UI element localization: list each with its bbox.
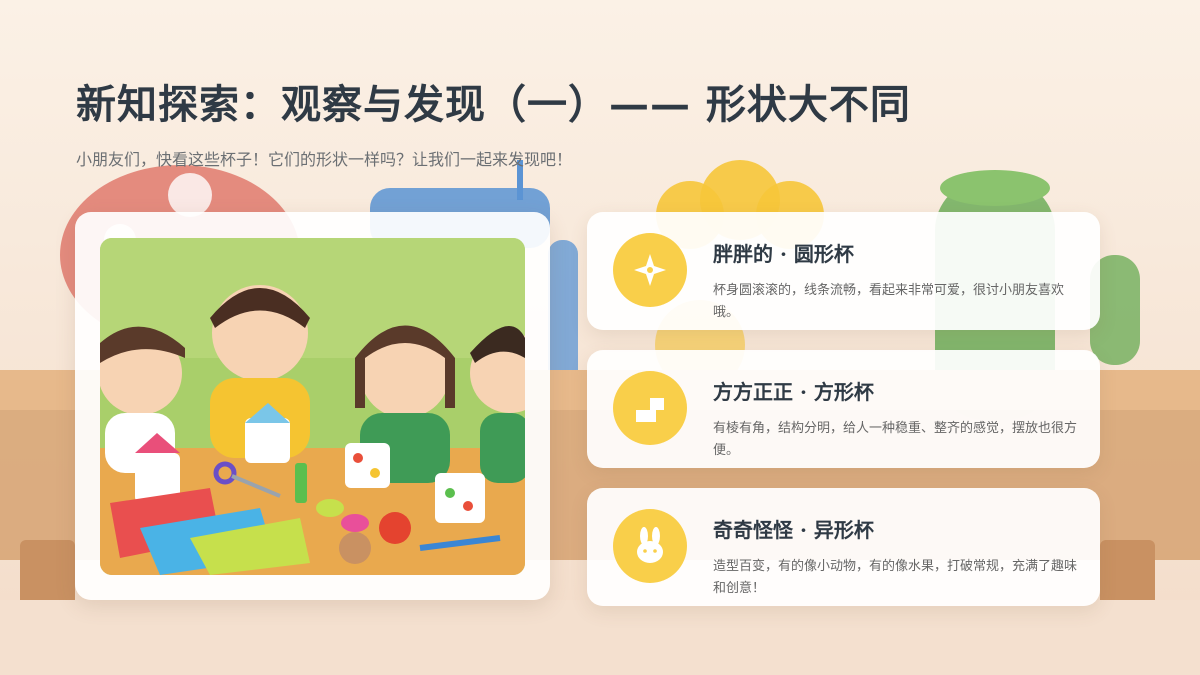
sparkle-badge (613, 233, 687, 307)
card-irregular-cup: 奇奇怪怪 · 异形杯 造型百变，有的像小动物，有的像水果，打破常规，充满了趣味和… (587, 488, 1100, 606)
page-title: 新知探索：观察与发现（一）—— 形状大不同 (76, 81, 911, 128)
children-crafting-photo (100, 238, 525, 575)
square-badge (613, 371, 687, 445)
bunny-badge (613, 509, 687, 583)
photo-card (75, 212, 550, 600)
card-desc: 有棱有角，结构分明，给人一种稳重、整齐的感觉，摆放也很方便。 (713, 421, 1078, 458)
card-desc: 造型百变，有的像小动物，有的像水果，打破常规，充满了趣味和创意！ (713, 559, 1078, 596)
card-desc: 杯身圆滚滚的，线条流畅，看起来非常可爱，很讨小朋友喜欢哦。 (713, 283, 1065, 320)
card-square-cup: 方方正正 · 方形杯 有棱有角，结构分明，给人一种稳重、整齐的感觉，摆放也很方便… (587, 350, 1100, 468)
card-title: 胖胖的 · 圆形杯 (713, 242, 854, 266)
card-title: 方方正正 · 方形杯 (713, 380, 874, 404)
page-subtitle: 小朋友们，快看这些杯子！它们的形状一样吗？让我们一起来发现吧！ (76, 150, 573, 169)
card-title: 奇奇怪怪 · 异形杯 (713, 518, 874, 542)
square-steps-icon (636, 398, 664, 422)
card-round-cup: 胖胖的 · 圆形杯 杯身圆滚滚的，线条流畅，看起来非常可爱，很讨小朋友喜欢哦。 (587, 212, 1100, 330)
bunny-icon (637, 527, 663, 563)
sparkle-icon (634, 254, 666, 286)
